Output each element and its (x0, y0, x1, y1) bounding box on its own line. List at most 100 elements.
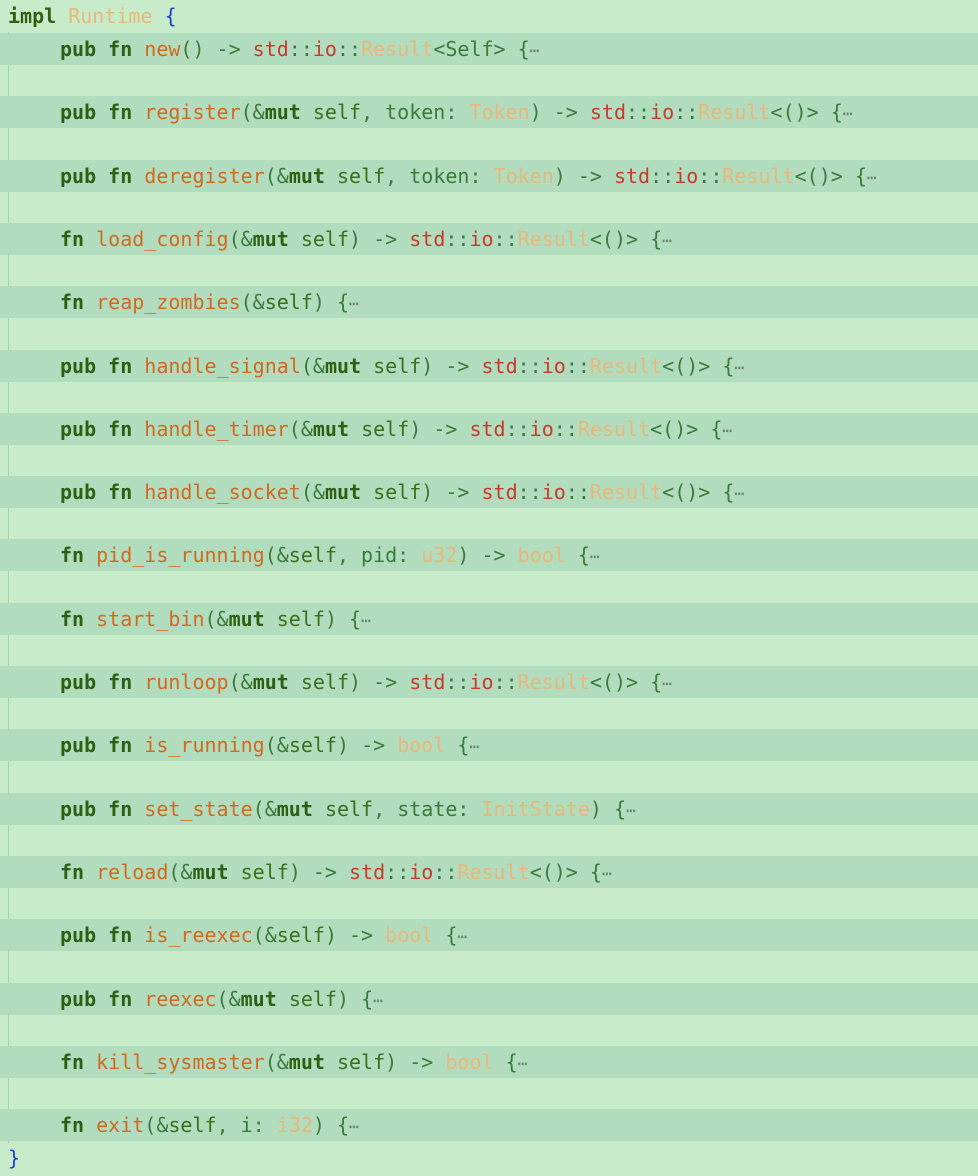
code-token: :: (493, 227, 518, 251)
function-signature-line[interactable]: pub fn register(&mut self, token: Token)… (0, 96, 978, 128)
code-token: { (722, 354, 735, 378)
code-token: :: (565, 480, 590, 504)
folded-body-ellipsis-icon[interactable]: ⋯ (590, 547, 600, 566)
impl-close-brace: } (8, 1146, 21, 1170)
code-token: (& (144, 1113, 169, 1137)
code-token: mut (252, 670, 301, 694)
code-token: (& (228, 227, 253, 251)
code-token: Result (722, 164, 795, 188)
folded-body-ellipsis-icon[interactable]: ⋯ (722, 421, 732, 440)
code-token: fn (60, 227, 97, 251)
function-signature-line[interactable]: fn reap_zombies(&self) {⋯ (0, 286, 978, 318)
function-signature-line[interactable]: pub fn handle_socket(&mut self) -> std::… (0, 476, 978, 508)
function-signature-line[interactable]: pub fn new() -> std::io::Result<Self> {⋯ (0, 33, 978, 65)
code-token: (& (264, 733, 289, 757)
code-token: (& (264, 1050, 289, 1074)
code-token: reap_zombies (96, 290, 241, 314)
code-token: { (457, 733, 470, 757)
function-signature-line[interactable]: pub fn reexec(&mut self) {⋯ (0, 983, 978, 1015)
code-token: :: (517, 480, 542, 504)
code-token: Token (469, 100, 530, 124)
code-token: ) (312, 1113, 337, 1137)
code-token: (& (240, 100, 265, 124)
function-signature-line[interactable]: fn load_config(&mut self) -> std::io::Re… (0, 223, 978, 255)
code-token: pub fn (60, 354, 145, 378)
code-token: deregister (144, 164, 265, 188)
folded-body-ellipsis-icon[interactable]: ⋯ (626, 801, 636, 820)
code-token: { (445, 923, 458, 947)
code-token: { (830, 100, 843, 124)
function-signature-line[interactable]: pub fn handle_signal(&mut self) -> std::… (0, 350, 978, 382)
code-token: Result (517, 227, 590, 251)
code-token: , state: (373, 797, 482, 821)
code-token: self (288, 987, 337, 1011)
function-signature-line[interactable]: pub fn set_state(&mut self, state: InitS… (0, 793, 978, 825)
code-token: self (336, 164, 386, 188)
function-signature-line[interactable]: pub fn runloop(&mut self) -> std::io::Re… (0, 666, 978, 698)
code-token: std (409, 227, 446, 251)
code-token: <()> (529, 860, 590, 884)
function-signature-line[interactable]: pub fn deregister(&mut self, token: Toke… (0, 160, 978, 192)
function-signature-line[interactable]: fn reload(&mut self) -> std::io::Result<… (0, 856, 978, 888)
function-signature-line[interactable]: fn kill_sysmaster(&mut self) -> bool {⋯ (0, 1046, 978, 1078)
code-editor[interactable]: impl Runtime { pub fn new() -> std::io::… (0, 0, 978, 1176)
folded-body-ellipsis-icon[interactable]: ⋯ (361, 611, 371, 630)
code-token: <()> (770, 100, 831, 124)
function-signature-line[interactable]: pub fn is_reexec(&self) -> bool {⋯ (0, 919, 978, 951)
folded-body-ellipsis-icon[interactable]: ⋯ (469, 737, 479, 756)
code-token: std (252, 37, 289, 61)
code-token: Result (589, 480, 663, 504)
code-token: handle_socket (144, 480, 301, 504)
code-token: (& (300, 480, 325, 504)
code-token: pub fn (60, 923, 145, 947)
folded-body-ellipsis-icon[interactable]: ⋯ (602, 864, 612, 883)
function-signature-line[interactable]: pub fn is_running(&self) -> bool {⋯ (0, 729, 978, 761)
folded-body-ellipsis-icon[interactable]: ⋯ (373, 991, 383, 1010)
code-token: (& (264, 164, 289, 188)
code-token: (& (252, 923, 277, 947)
code-token: fn (60, 607, 97, 631)
folded-body-ellipsis-icon[interactable]: ⋯ (457, 927, 467, 946)
folded-body-ellipsis-icon[interactable]: ⋯ (662, 231, 672, 250)
code-token: { (337, 1113, 350, 1137)
code-token: exit (96, 1113, 145, 1137)
code-token: (& (288, 417, 313, 441)
folded-body-ellipsis-icon[interactable]: ⋯ (349, 294, 359, 313)
folded-body-ellipsis-icon[interactable]: ⋯ (518, 1054, 528, 1073)
code-token: io (541, 354, 566, 378)
code-token: io (529, 417, 554, 441)
folded-body-ellipsis-icon[interactable]: ⋯ (349, 1117, 359, 1136)
code-token: self (276, 607, 325, 631)
folded-body-ellipsis-icon[interactable]: ⋯ (734, 358, 744, 377)
folded-body-ellipsis-icon[interactable]: ⋯ (662, 674, 672, 693)
function-signature-line[interactable]: fn pid_is_running(&self, pid: u32) -> bo… (0, 539, 978, 571)
function-signature-line[interactable]: fn exit(&self, i: i32) {⋯ (0, 1109, 978, 1141)
code-token: io (541, 480, 566, 504)
code-token: mut (288, 1050, 337, 1074)
code-token: { (517, 37, 530, 61)
code-token: { (710, 417, 723, 441)
code-token: <()> (794, 164, 855, 188)
code-token: register (144, 100, 241, 124)
code-token: , i: (216, 1113, 277, 1137)
function-signature-line[interactable]: pub fn handle_timer(&mut self) -> std::i… (0, 413, 978, 445)
code-token: mut (240, 987, 289, 1011)
code-token: start_bin (96, 607, 205, 631)
code-token: self (288, 543, 337, 567)
code-token: (& (264, 543, 289, 567)
code-token: :: (445, 670, 470, 694)
code-token: self (373, 354, 422, 378)
folded-body-ellipsis-icon[interactable]: ⋯ (734, 484, 744, 503)
code-token: self (312, 100, 362, 124)
code-token: mut (312, 417, 362, 441)
function-signature-line[interactable]: fn start_bin(&mut self) {⋯ (0, 603, 978, 635)
code-token: pub fn (60, 987, 145, 1011)
folded-body-ellipsis-icon[interactable]: ⋯ (867, 168, 877, 187)
code-token: pub fn (60, 164, 145, 188)
folded-body-ellipsis-icon[interactable]: ⋯ (843, 104, 853, 123)
folded-body-ellipsis-icon[interactable]: ⋯ (530, 41, 540, 60)
code-token: () -> (180, 37, 253, 61)
code-token: io (312, 37, 337, 61)
code-token: std (613, 164, 651, 188)
